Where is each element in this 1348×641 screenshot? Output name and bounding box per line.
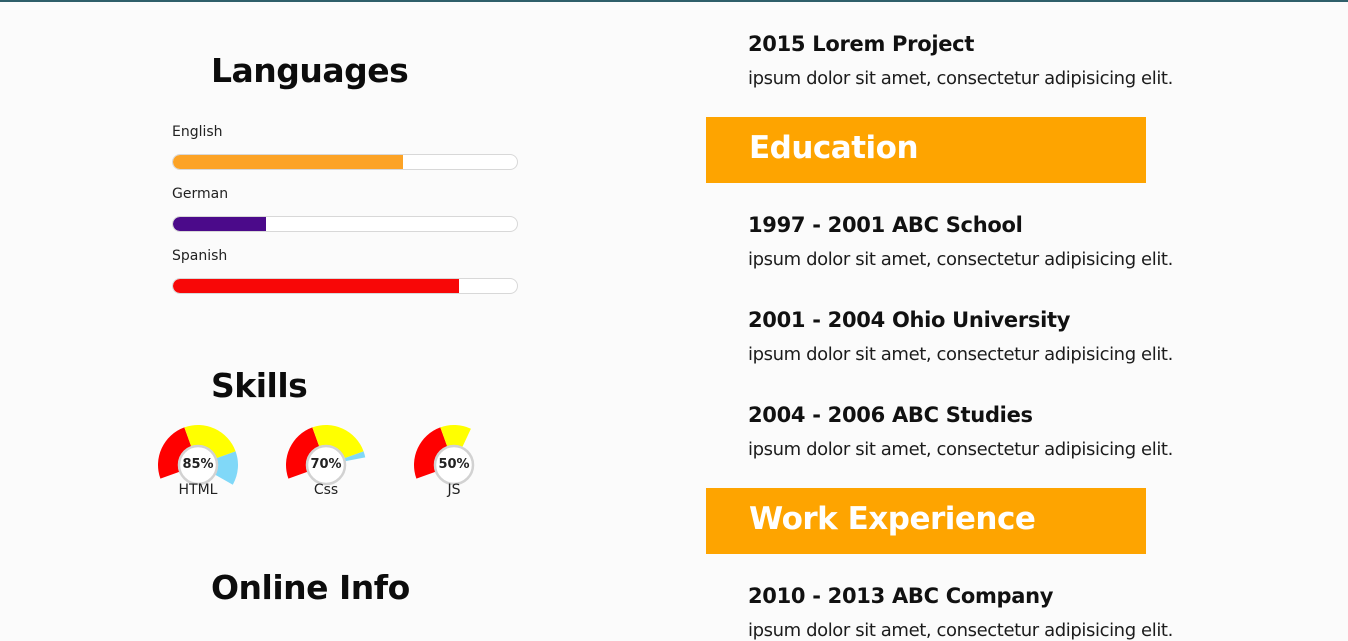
skill-label: HTML [178, 482, 218, 498]
entry-title: 2015 Lorem Project [748, 32, 975, 56]
language-label: English [172, 124, 223, 140]
entry-title: 1997 - 2001 ABC School [748, 213, 1023, 237]
language-progress-fill [173, 155, 404, 169]
language-label: German [172, 186, 229, 202]
education-heading: Education [749, 130, 919, 166]
education-banner: Education [706, 117, 1146, 183]
entry-description: ipsum dolor sit amet, consectetur adipis… [748, 344, 1173, 365]
online-info-heading: Online Info [211, 568, 410, 607]
work-experience-banner: Work Experience [706, 488, 1146, 554]
entry-title: 2004 - 2006 ABC Studies [748, 403, 1033, 427]
language-progress-bar [172, 154, 518, 170]
skill-gauge-html: 85% HTML [158, 425, 238, 505]
entry-description: ipsum dolor sit amet, consectetur adipis… [748, 68, 1173, 89]
language-progress-fill [173, 217, 266, 231]
languages-heading: Languages [211, 51, 409, 90]
entry-description: ipsum dolor sit amet, consectetur adipis… [748, 439, 1173, 460]
skill-label: JS [447, 482, 461, 498]
entry-title: 2001 - 2004 Ohio University [748, 308, 1071, 332]
work-experience-heading: Work Experience [749, 501, 1036, 537]
entry-description: ipsum dolor sit amet, consectetur adipis… [748, 249, 1173, 270]
skill-gauge-css: 70% Css [286, 425, 366, 505]
skill-gauge-js: 50% JS [414, 425, 494, 505]
language-progress-bar [172, 278, 518, 294]
entry-title: 2010 - 2013 ABC Company [748, 584, 1054, 608]
skills-heading: Skills [211, 366, 308, 405]
skill-percent: 85% [182, 457, 214, 472]
skill-percent: 50% [438, 457, 470, 472]
skill-label: Css [313, 482, 339, 498]
language-progress-bar [172, 216, 518, 232]
language-progress-fill [173, 279, 459, 293]
language-label: Spanish [172, 248, 228, 264]
skill-percent: 70% [310, 457, 342, 472]
top-divider [0, 0, 1348, 2]
entry-description: ipsum dolor sit amet, consectetur adipis… [748, 620, 1173, 641]
